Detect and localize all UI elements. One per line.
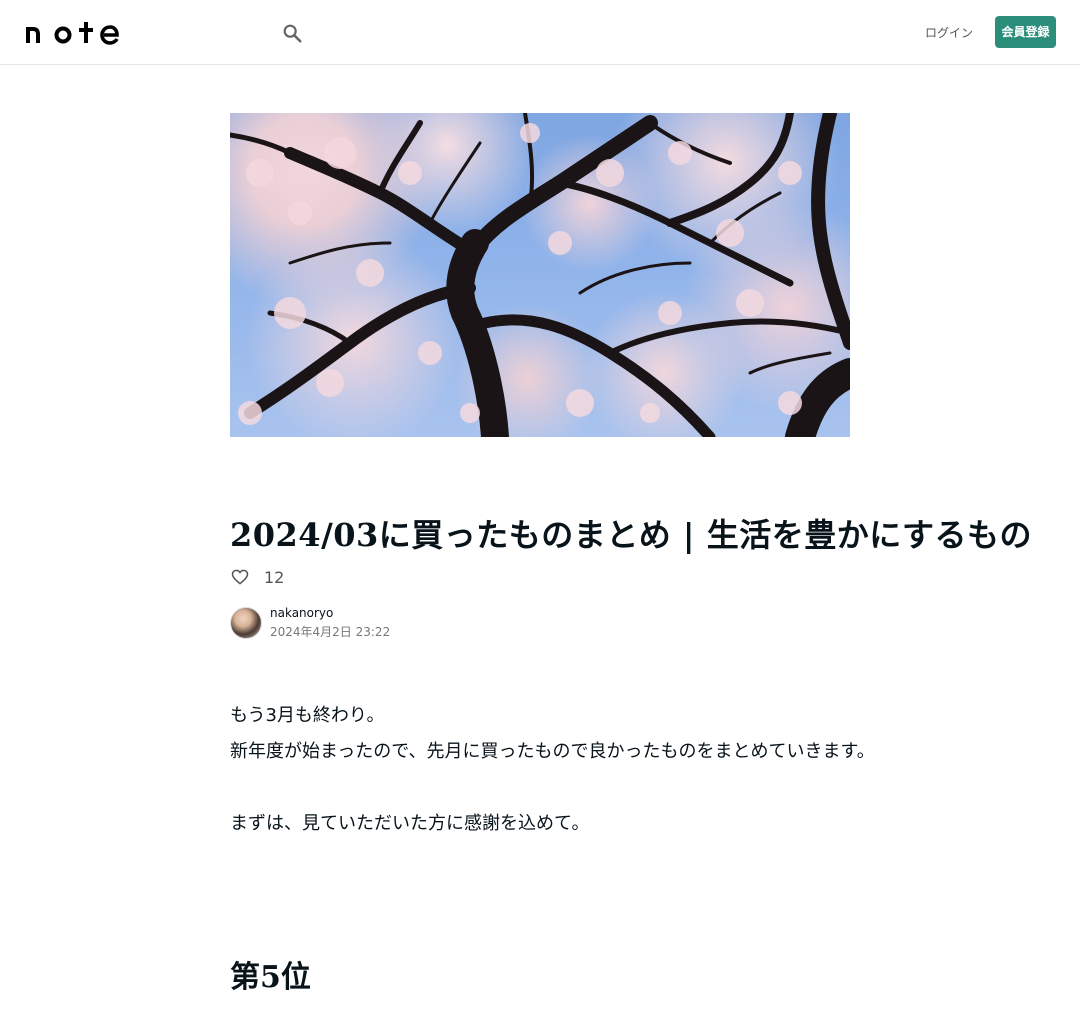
hero-image bbox=[230, 113, 850, 437]
note-logo[interactable] bbox=[24, 19, 124, 45]
like-area: 12 bbox=[230, 565, 284, 589]
like-count: 12 bbox=[264, 567, 285, 587]
post-date: 2024年4月2日 23:22 bbox=[270, 625, 391, 639]
site-header: ログイン 会員登録 bbox=[0, 0, 1080, 65]
heart-icon[interactable] bbox=[230, 567, 250, 587]
section-heading: 第5位 bbox=[230, 960, 311, 995]
search-button[interactable] bbox=[279, 20, 305, 46]
avatar[interactable] bbox=[230, 607, 262, 639]
paragraph: もう3月も終わり。 bbox=[230, 705, 385, 726]
login-link[interactable]: ログイン bbox=[918, 22, 980, 44]
author-meta: nakanoryo 2024年4月2日 23:22 bbox=[270, 606, 390, 640]
article-title: 2024/03に買ったものまとめ | 生活を豊かにするもの bbox=[230, 516, 1033, 554]
paragraph: まずは、見ていただいた方に感謝を込めて。 bbox=[230, 813, 590, 834]
search-icon bbox=[283, 24, 302, 43]
author-name[interactable]: nakanoryo bbox=[270, 606, 390, 620]
signup-button[interactable]: 会員登録 bbox=[995, 16, 1056, 48]
author-block: nakanoryo 2024年4月2日 23:22 bbox=[230, 606, 390, 640]
paragraph: 新年度が始まったので、先月に買ったもので良かったものをまとめていきます。 bbox=[230, 741, 875, 762]
cherry-blossom-branches bbox=[230, 113, 850, 437]
